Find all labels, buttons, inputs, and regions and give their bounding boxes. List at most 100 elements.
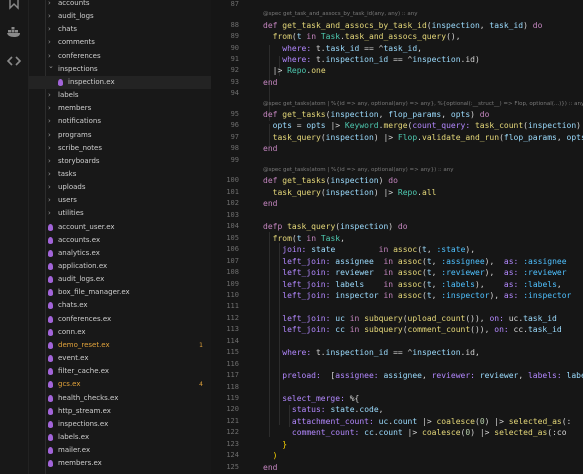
tree-folder[interactable]: › comments	[29, 36, 211, 49]
chevron-right-icon[interactable]: ›	[48, 0, 51, 10]
tree-file[interactable]: http_stream.ex	[29, 405, 211, 418]
chevron-right-icon[interactable]: ›	[48, 89, 51, 102]
tree-file[interactable]: demo_reset.ex 1	[29, 339, 211, 352]
tree-folder[interactable]: › scribe_notes	[29, 142, 211, 155]
tree-folder[interactable]: ⌄ inspections	[29, 60, 211, 76]
line-number: 107	[226, 256, 239, 265]
tree-file[interactable]: inspection.ex	[29, 75, 211, 89]
tree-file[interactable]: application.ex	[29, 260, 211, 273]
tree-folder[interactable]: › chats	[29, 23, 211, 36]
remote-explorer-icon[interactable]	[6, 53, 22, 69]
code-line[interactable]: status: state.code,	[263, 404, 384, 415]
tree-file[interactable]: audit_logs.ex	[29, 273, 211, 286]
code-line[interactable]: task_query(inspection) |> Repo.all	[263, 187, 437, 198]
tree-file[interactable]: accounts.ex	[29, 234, 211, 247]
docker-whale-icon[interactable]	[6, 24, 22, 40]
tree-folder[interactable]: › accounts	[29, 0, 211, 10]
code-editor[interactable]: 87 @spec get_task_and_assocs_by_task_id(a…	[211, 0, 583, 474]
code-line[interactable]: end	[263, 462, 277, 473]
line-number: 93	[230, 77, 239, 86]
tree-file[interactable]: labels.ex	[29, 431, 211, 444]
chevron-right-icon[interactable]: ›	[48, 23, 51, 36]
line-number: 110	[226, 290, 239, 299]
type-spec-hint: @spec get_tasks(atom | %{id => any, opti…	[263, 100, 583, 107]
tree-folder[interactable]: › conferences	[29, 50, 211, 63]
tree-item-label: chats	[58, 25, 77, 34]
code-line[interactable]: defp task_query(inspection) do	[263, 221, 408, 232]
tree-folder[interactable]: › programs	[29, 129, 211, 142]
code-line[interactable]: attachment_count: uc.count |> coalesce(0…	[263, 416, 571, 427]
code-line[interactable]: left_join: uc in subquery(upload_count()…	[263, 313, 557, 324]
chevron-right-icon[interactable]: ›	[48, 115, 51, 128]
line-number: 118	[226, 382, 239, 391]
code-line[interactable]: task_query(inspection) |> Flop.validate_…	[263, 132, 583, 143]
chevron-right-icon[interactable]: ›	[48, 168, 51, 181]
code-line[interactable]: left_join: assignee in assoc(t, :assigne…	[263, 256, 566, 267]
code-line[interactable]: from(t in Task.task_and_assocs_query(),	[263, 31, 461, 42]
code-line[interactable]: def get_tasks(inspection, flop_params, o…	[263, 109, 489, 120]
code-line[interactable]: select_merge: %{	[263, 393, 359, 404]
tree-file[interactable]: health_checks.ex	[29, 392, 211, 405]
tree-file[interactable]: mailer.ex	[29, 444, 211, 457]
chevron-right-icon[interactable]: ›	[48, 181, 51, 194]
code-line[interactable]: end	[263, 198, 277, 209]
line-number: 120	[226, 405, 239, 414]
line-number: 119	[226, 394, 239, 402]
tree-folder[interactable]: › uploads	[29, 181, 211, 194]
bookmark-icon[interactable]	[6, 0, 22, 10]
code-line[interactable]: preload: [assignee: assignee, reviewer: …	[263, 370, 583, 381]
code-line[interactable]: comment_count: cc.count |> coalesce(0) |…	[263, 427, 567, 438]
chevron-right-icon[interactable]: ›	[48, 36, 51, 49]
tree-file[interactable]: analytics.ex	[29, 247, 211, 260]
tree-file[interactable]: gcs.ex 4	[29, 378, 211, 391]
chevron-right-icon[interactable]: ›	[48, 207, 51, 220]
tree-item-label: labels	[58, 91, 79, 100]
code-line[interactable]: left_join: labels in assoc(t, :labels), …	[263, 279, 561, 290]
tree-file[interactable]: chats.ex	[29, 299, 211, 312]
tree-folder[interactable]: › utilities	[29, 207, 211, 220]
code-line[interactable]: left_join: reviewer in assoc(t, :reviewe…	[263, 267, 566, 278]
chevron-right-icon[interactable]: ›	[48, 155, 51, 168]
elixir-file-icon	[48, 302, 53, 310]
code-line[interactable]: )	[263, 450, 278, 461]
tree-folder[interactable]: › audit_logs	[29, 10, 211, 23]
tree-item-label: scribe_notes	[58, 143, 102, 152]
code-line[interactable]: where: t.task_id == ^task_id,	[263, 43, 422, 54]
tree-file[interactable]: conferences.ex	[29, 313, 211, 326]
tree-folder[interactable]: › users	[29, 194, 211, 207]
chevron-right-icon[interactable]: ›	[48, 129, 51, 142]
problem-count-badge: 4	[199, 381, 203, 389]
code-line[interactable]: left_join: cc in subquery(comment_count(…	[263, 324, 561, 335]
tree-file[interactable]: event.ex	[29, 352, 211, 365]
code-line[interactable]: end	[263, 77, 277, 88]
code-line[interactable]: def get_task_and_assocs_by_task_id(inspe…	[263, 20, 542, 31]
chevron-right-icon[interactable]: ›	[48, 10, 51, 23]
code-line[interactable]: def get_tasks(inspection) do	[263, 175, 398, 186]
line-number: 116	[226, 359, 239, 368]
tree-folder[interactable]: › notifications	[29, 115, 211, 128]
tree-folder[interactable]: › storyboards	[29, 155, 211, 168]
code-line[interactable]: from(t in Task,	[263, 233, 345, 244]
chevron-right-icon[interactable]: ›	[48, 194, 51, 207]
tree-file[interactable]: conn.ex	[29, 326, 211, 339]
code-line[interactable]: end	[263, 143, 277, 154]
tree-file[interactable]: box_file_manager.ex	[29, 286, 211, 299]
chevron-right-icon[interactable]: ›	[48, 102, 51, 115]
tree-folder[interactable]: › members	[29, 102, 211, 115]
code-line[interactable]: left_join: inspector in assoc(t, :inspec…	[263, 290, 571, 301]
tree-file[interactable]: filter_cache.ex	[29, 365, 211, 378]
code-line[interactable]: where: t.inspection_id == ^inspection.id…	[263, 54, 480, 65]
code-line[interactable]: join: state in assoc(t, :state),	[263, 244, 475, 255]
tree-file[interactable]: inspections.ex	[29, 418, 211, 431]
tree-folder[interactable]: › labels	[29, 89, 211, 102]
code-line[interactable]: |> Repo.one	[263, 65, 326, 76]
chevron-right-icon[interactable]: ›	[48, 142, 51, 155]
code-line[interactable]: opts = opts |> Keyword.merge(count_query…	[263, 120, 581, 131]
code-line[interactable]: where: t.inspection_id == ^inspection.id…	[263, 347, 480, 358]
tree-file[interactable]: members.ex	[29, 457, 211, 470]
tree-file[interactable]: account_user.ex	[29, 221, 211, 234]
tree-folder[interactable]: › tasks	[29, 168, 211, 181]
chevron-down-icon[interactable]: ⌄	[48, 60, 54, 73]
code-line[interactable]: }	[263, 439, 287, 450]
tree-item-label: gcs.ex	[58, 380, 81, 389]
